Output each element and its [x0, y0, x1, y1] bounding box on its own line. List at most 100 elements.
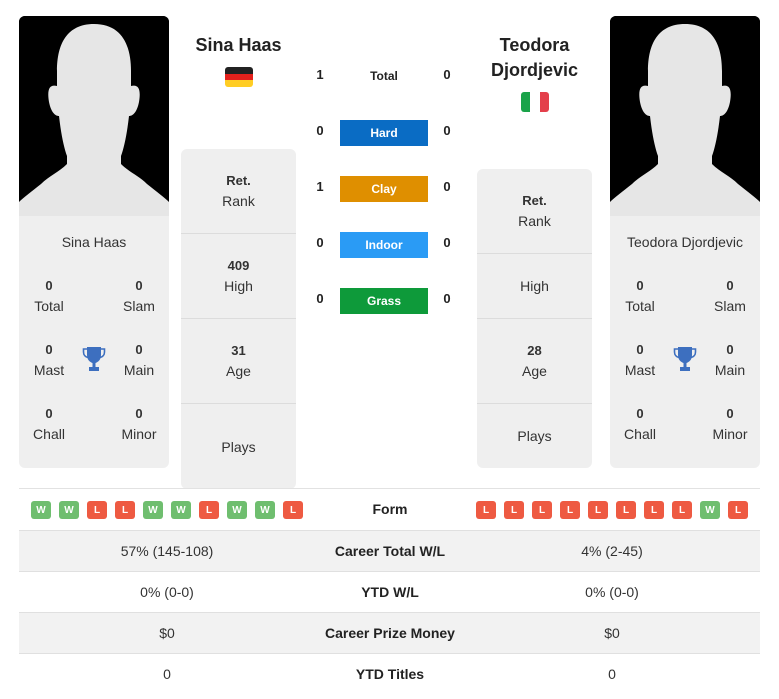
player2-card: Teodora Djordjevic 0 Total 0 Slam 0 Mast…: [610, 16, 760, 468]
surface-clay-badge[interactable]: Clay: [340, 176, 428, 202]
player1-card: Sina Haas 0 Total 0 Slam 0 Mast 0 Main 0…: [19, 16, 169, 468]
form-loss-badge[interactable]: L: [476, 501, 496, 519]
form-loss-badge[interactable]: L: [588, 501, 608, 519]
titles-chall-value: 0: [636, 406, 644, 421]
player1-name[interactable]: Sina Haas: [181, 33, 296, 58]
titles-main-value: 0: [726, 342, 734, 357]
form-win-badge[interactable]: W: [255, 501, 275, 519]
player1-value: 0: [163, 666, 171, 682]
titles-total-label: Total: [34, 298, 64, 314]
h2h-grass-p1: 0: [316, 291, 324, 306]
player1-value: $0: [159, 625, 175, 641]
form-win-badge[interactable]: W: [31, 501, 51, 519]
h2h-indoor-p2: 0: [443, 235, 451, 250]
titles-total-value: 0: [45, 278, 53, 293]
player1-titles-main: 0 Main: [109, 340, 169, 380]
row-label: YTD W/L: [361, 584, 419, 600]
player1-value: 57% (145-108): [120, 543, 214, 559]
surface-hard-badge[interactable]: Hard: [340, 120, 428, 146]
table-row-ytd-wl: 0% (0-0) YTD W/L 0% (0-0): [19, 571, 760, 612]
trophy-icon: [673, 347, 697, 371]
player1-value: 0% (0-0): [140, 584, 194, 600]
h2h-hard-p2: 0: [443, 123, 451, 138]
age-value: 31: [231, 343, 246, 358]
titles-total-label: Total: [625, 298, 655, 314]
h2h-total-p2: 0: [443, 67, 451, 82]
titles-slam-label: Slam: [123, 298, 155, 314]
player2-value: 0% (0-0): [585, 584, 639, 600]
player2-titles-total: 0 Total: [610, 276, 670, 316]
form-loss-badge[interactable]: L: [560, 501, 580, 519]
player2-age: 28 Age: [477, 319, 592, 404]
player2-value: 0: [608, 666, 616, 682]
titles-minor-label: Minor: [121, 426, 157, 442]
form-loss-badge[interactable]: L: [644, 501, 664, 519]
italy-flag-icon: [521, 92, 549, 112]
rank-label: Rank: [222, 193, 255, 209]
high-label: High: [520, 278, 549, 294]
titles-minor-value: 0: [726, 406, 734, 421]
form-loss-badge[interactable]: L: [504, 501, 524, 519]
player2-rank: Ret. Rank: [477, 169, 592, 254]
row-label: Career Total W/L: [334, 543, 446, 559]
player1-titles-total: 0 Total: [19, 276, 79, 316]
plays-label: Plays: [517, 428, 552, 444]
avatar-silhouette-icon: [19, 16, 169, 216]
player1-rank: Ret. Rank: [181, 149, 296, 234]
form-win-badge[interactable]: W: [143, 501, 163, 519]
table-row-career-total-wl: 57% (145-108) Career Total W/L 4% (2-45): [19, 530, 760, 571]
player1-photo[interactable]: [19, 16, 169, 216]
form-loss-badge[interactable]: L: [532, 501, 552, 519]
player1-high: 409 High: [181, 234, 296, 319]
form-loss-badge[interactable]: L: [199, 501, 219, 519]
age-label: Age: [522, 363, 547, 379]
player2-value: 4% (2-45): [581, 543, 643, 559]
form-loss-badge[interactable]: L: [115, 501, 135, 519]
titles-mast-value: 0: [636, 342, 644, 357]
form-loss-badge[interactable]: L: [672, 501, 692, 519]
form-loss-badge[interactable]: L: [728, 501, 748, 519]
form-label: Form: [372, 501, 408, 517]
player2-rank-panel: Ret. Rank High 28 Age Plays: [477, 169, 592, 468]
avatar-silhouette-icon: [610, 16, 760, 216]
titles-slam-value: 0: [726, 278, 734, 293]
form-win-badge[interactable]: W: [227, 501, 247, 519]
titles-main-label: Main: [123, 362, 155, 378]
titles-slam-value: 0: [135, 278, 143, 293]
player2-name[interactable]: Teodora Djordjevic: [477, 33, 592, 83]
player2-value: $0: [604, 625, 620, 641]
titles-minor-label: Minor: [712, 426, 748, 442]
rank-value: Ret.: [226, 173, 251, 188]
form-win-badge[interactable]: W: [171, 501, 191, 519]
titles-mast-label: Mast: [624, 362, 656, 378]
titles-main-value: 0: [135, 342, 143, 357]
form-loss-badge[interactable]: L: [87, 501, 107, 519]
age-label: Age: [226, 363, 251, 379]
player2-titles-main: 0 Main: [700, 340, 760, 380]
player1-card-name[interactable]: Sina Haas: [19, 234, 169, 250]
titles-chall-label: Chall: [624, 426, 656, 442]
h2h-grass-p2: 0: [443, 291, 451, 306]
titles-main-label: Main: [714, 362, 746, 378]
player2-titles-chall: 0 Chall: [610, 404, 670, 444]
titles-chall-label: Chall: [33, 426, 65, 442]
form-row: WWLLWWLWWL Form LLLLLLLLWL: [19, 488, 760, 530]
form-win-badge[interactable]: W: [59, 501, 79, 519]
titles-chall-value: 0: [45, 406, 53, 421]
player2-titles-minor: 0 Minor: [700, 404, 760, 444]
titles-mast-label: Mast: [33, 362, 65, 378]
h2h-indoor-p1: 0: [316, 235, 324, 250]
form-loss-badge[interactable]: L: [616, 501, 636, 519]
player2-card-name[interactable]: Teodora Djordjevic: [610, 234, 760, 250]
player1-titles-minor: 0 Minor: [109, 404, 169, 444]
player1-titles-slam: 0 Slam: [109, 276, 169, 316]
player2-photo[interactable]: [610, 16, 760, 216]
form-win-badge[interactable]: W: [700, 501, 720, 519]
h2h-total-label: Total: [370, 69, 398, 83]
surface-indoor-badge[interactable]: Indoor: [340, 232, 428, 258]
player1-plays: Plays: [181, 404, 296, 489]
surface-grass-badge[interactable]: Grass: [340, 288, 428, 314]
player2-plays: Plays: [477, 404, 592, 468]
player2-titles-slam: 0 Slam: [700, 276, 760, 316]
player1-age: 31 Age: [181, 319, 296, 404]
